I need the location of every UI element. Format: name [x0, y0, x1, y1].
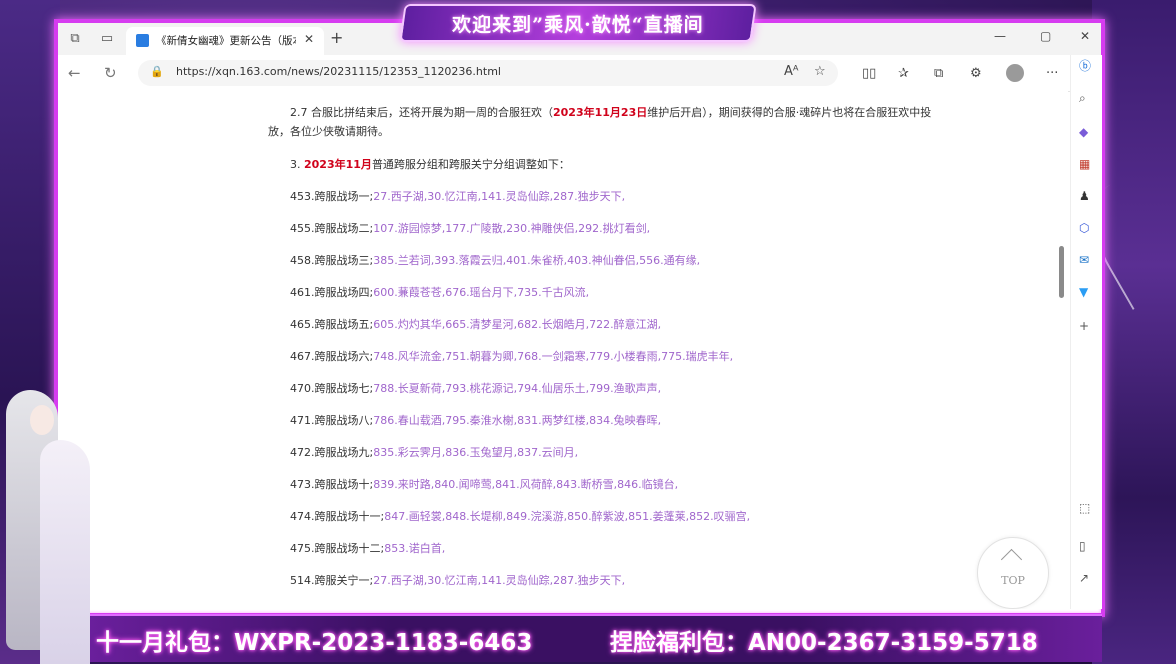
copilot-icon[interactable]: ⓑ [1079, 57, 1091, 74]
open-external-icon[interactable]: ↗ [1079, 571, 1089, 585]
site-favicon-icon [136, 34, 149, 47]
tab-active[interactable]: 《新倩女幽魂》更新公告（版本... ✕ [126, 27, 324, 55]
add-sidebar-icon[interactable]: + [1079, 319, 1089, 333]
date-highlight: 2023年11月 [304, 158, 372, 171]
server-group-row: 475.跨服战场十二;853.诺白首, [290, 540, 445, 556]
url-input[interactable]: 🔒 https://xqn.163.com/news/20231115/1235… [138, 60, 838, 86]
up-arrow-icon [1000, 548, 1023, 571]
search-icon[interactable]: ⌕ [1079, 91, 1086, 106]
refresh-icon[interactable]: ↻ [104, 64, 117, 82]
favorite-star-icon[interactable]: ☆ [814, 64, 826, 79]
paragraph-groups: 3. 2023年11月普通跨服分组和跨服关宁分组调整如下： [290, 155, 570, 174]
text: 维护后开启），期间获得的合服·魂碎片也将在合服狂欢中投 [647, 106, 932, 119]
group-servers: 853.诺白首, [384, 542, 446, 555]
group-label: 453.跨服战场一; [290, 190, 374, 203]
character-dress [40, 440, 90, 664]
paragraph-merge-cont: 放，各位少侠敬请期待。 [268, 125, 389, 138]
group-servers: 748.风华流金,751.朝暮为卿,768.一剑霜寒,779.小楼春雨,775.… [373, 350, 734, 363]
tools-icon[interactable]: ▦ [1079, 157, 1090, 171]
server-group-row: 473.跨服战场十;839.来时路,840.闻啼莺,841.风荷醉,843.断桥… [290, 476, 678, 492]
group-servers: 788.长夏新荷,793.桃花源记,794.仙居乐土,799.渔歌声声, [373, 382, 662, 395]
group-servers: 835.彩云霁月,836.玉兔望月,837.云间月, [373, 446, 579, 459]
new-tab-button[interactable]: + [330, 28, 343, 47]
server-group-row: 458.跨服战场三;385.兰若词,393.落霞云归,401.朱雀桥,403.神… [290, 252, 700, 268]
favorites-icon[interactable]: ✰ [898, 66, 909, 81]
paragraph-merge: 2.7 合服比拼结束后，还将开展为期一周的合服狂欢（2023年11月23日维护后… [290, 103, 1050, 122]
group-servers: 847.画轻裳,848.长堤柳,849.浣溪游,850.醉紫波,851.姜蓬莱,… [384, 510, 751, 523]
server-group-row: 471.跨服战场八;786.春山载酒,795.秦淮水榭,831.两梦红楼,834… [290, 412, 661, 428]
browser-window: ⧉ ▭ 《新倩女幽魂》更新公告（版本... ✕ + — ▢ ✕ ← ↻ 🔒 ht… [54, 19, 1105, 617]
group-label: 458.跨服战场三; [290, 254, 374, 267]
group-servers: 385.兰若词,393.落霞云归,401.朱雀桥,403.神仙眷侣,556.通有… [373, 254, 701, 267]
server-group-row: 467.跨服战场六;748.风华流金,751.朝暮为卿,768.一剑霜寒,779… [290, 348, 733, 364]
group-servers: 600.蒹葭苍苍,676.瑶台月下,735.千古风流, [373, 286, 590, 299]
group-servers: 839.来时路,840.闻啼莺,841.风荷醉,843.断桥雪,846.临镜台, [373, 478, 679, 491]
lock-icon: 🔒 [150, 65, 164, 78]
workspaces-icon[interactable]: ⧉ [66, 30, 84, 48]
tab-actions-icon[interactable]: ▭ [98, 30, 116, 48]
split-screen-icon[interactable]: ▯▯ [862, 66, 876, 81]
tab-close-icon[interactable]: ✕ [304, 32, 314, 46]
maximize-button[interactable]: ▢ [1040, 29, 1051, 43]
stream-welcome-banner: 欢迎来到”乘风·歆悦“直播间 [399, 4, 757, 42]
group-label: 514.跨服关宁一; [290, 574, 374, 587]
games-icon[interactable]: ♟ [1079, 189, 1090, 203]
banner-text: 欢迎来到”乘风·歆悦“直播间 [452, 14, 704, 36]
gift-code-face: 捏脸福利包：AN00-2367-3159-5718 [610, 630, 1038, 656]
server-group-row: 472.跨服战场九;835.彩云霁月,836.玉兔望月,837.云间月, [290, 444, 578, 460]
server-group-row: 514.跨服关宁一;27.西子湖,30.忆江南,141.灵岛仙踪,287.独步天… [290, 572, 625, 588]
collections-icon[interactable]: ⧉ [934, 66, 943, 81]
microsoft365-icon[interactable]: ⬡ [1079, 221, 1089, 235]
page-content: 2.7 合服比拼结束后，还将开展为期一周的合服狂欢（2023年11月23日维护后… [58, 91, 1068, 609]
text: 普通跨服分组和跨服关宁分组调整如下： [371, 158, 570, 171]
drop-icon[interactable]: ▼ [1079, 285, 1088, 299]
minimize-button[interactable]: — [994, 29, 1006, 43]
server-group-row: 465.跨服战场五;605.灼灼其华,665.清梦星河,682.长烟皓月,722… [290, 316, 661, 332]
group-label: 473.跨服战场十; [290, 478, 374, 491]
top-label: TOP [1001, 574, 1025, 587]
group-label: 470.跨服战场七; [290, 382, 374, 395]
read-aloud-icon[interactable]: Aᴬ [784, 64, 799, 79]
server-group-row: 470.跨服战场七;788.长夏新荷,793.桃花源记,794.仙居乐土,799… [290, 380, 661, 396]
group-label: 467.跨服战场六; [290, 350, 374, 363]
group-label: 461.跨服战场四; [290, 286, 374, 299]
group-servers: 605.灼灼其华,665.清梦星河,682.长烟皓月,722.醉意江湖, [373, 318, 662, 331]
close-window-button[interactable]: ✕ [1080, 29, 1090, 43]
extensions-icon[interactable]: ⚙ [970, 66, 982, 81]
gift-code-bar: 十一月礼包：WXPR-2023-1183-6463 捏脸福利包：AN00-236… [90, 614, 1102, 662]
server-group-row: 474.跨服战场十一;847.画轻裳,848.长堤柳,849.浣溪游,850.醉… [290, 508, 750, 524]
sidebar-toggle-icon[interactable]: ▯ [1079, 539, 1086, 553]
back-to-top-button[interactable]: TOP [977, 537, 1049, 609]
group-servers: 786.春山载酒,795.秦淮水榭,831.两梦红楼,834.兔映春晖, [373, 414, 662, 427]
group-label: 474.跨服战场十一; [290, 510, 385, 523]
scrollbar-thumb[interactable] [1059, 246, 1064, 298]
edge-sidebar: ⓑ ⌕ ◆ ▦ ♟ ⬡ ✉ ▼ + ⬚ ▯ ↗ [1070, 55, 1102, 609]
server-group-row: 453.跨服战场一;27.西子湖,30.忆江南,141.灵岛仙踪,287.独步天… [290, 188, 625, 204]
group-label: 475.跨服战场十二; [290, 542, 385, 555]
gift-code-november: 十一月礼包：WXPR-2023-1183-6463 [96, 630, 533, 656]
tab-title: 《新倩女幽魂》更新公告（版本... [156, 35, 296, 47]
outlook-icon[interactable]: ✉ [1079, 253, 1089, 267]
profile-avatar[interactable] [1006, 64, 1024, 82]
shopping-tag-icon[interactable]: ◆ [1079, 125, 1088, 139]
screenshot-icon[interactable]: ⬚ [1079, 501, 1090, 515]
character-face [30, 405, 54, 435]
group-servers: 27.西子湖,30.忆江南,141.灵岛仙踪,287.独步天下, [373, 190, 626, 203]
group-label: 465.跨服战场五; [290, 318, 374, 331]
server-group-row: 455.跨服战场二;107.游园惊梦,177.广陵散,230.神雕侠侣,292.… [290, 220, 650, 236]
group-servers: 107.游园惊梦,177.广陵散,230.神雕侠侣,292.挑灯看剑, [373, 222, 651, 235]
anime-character-figure [0, 385, 100, 664]
group-label: 471.跨服战场八; [290, 414, 374, 427]
back-icon[interactable]: ← [68, 64, 81, 82]
group-servers: 27.西子湖,30.忆江南,141.灵岛仙踪,287.独步天下, [373, 574, 626, 587]
group-label: 455.跨服战场二; [290, 222, 374, 235]
more-menu-icon[interactable]: ··· [1046, 66, 1058, 81]
url-text: https://xqn.163.com/news/20231115/12353_… [176, 65, 501, 78]
group-label: 472.跨服战场九; [290, 446, 374, 459]
text: 3. [290, 158, 304, 171]
address-bar: ← ↻ 🔒 https://xqn.163.com/news/20231115/… [58, 55, 1101, 92]
server-group-row: 461.跨服战场四;600.蒹葭苍苍,676.瑶台月下,735.千古风流, [290, 284, 589, 300]
date-highlight: 2023年11月23日 [553, 106, 648, 119]
text: 2.7 合服比拼结束后，还将开展为期一周的合服狂欢（ [290, 106, 553, 119]
